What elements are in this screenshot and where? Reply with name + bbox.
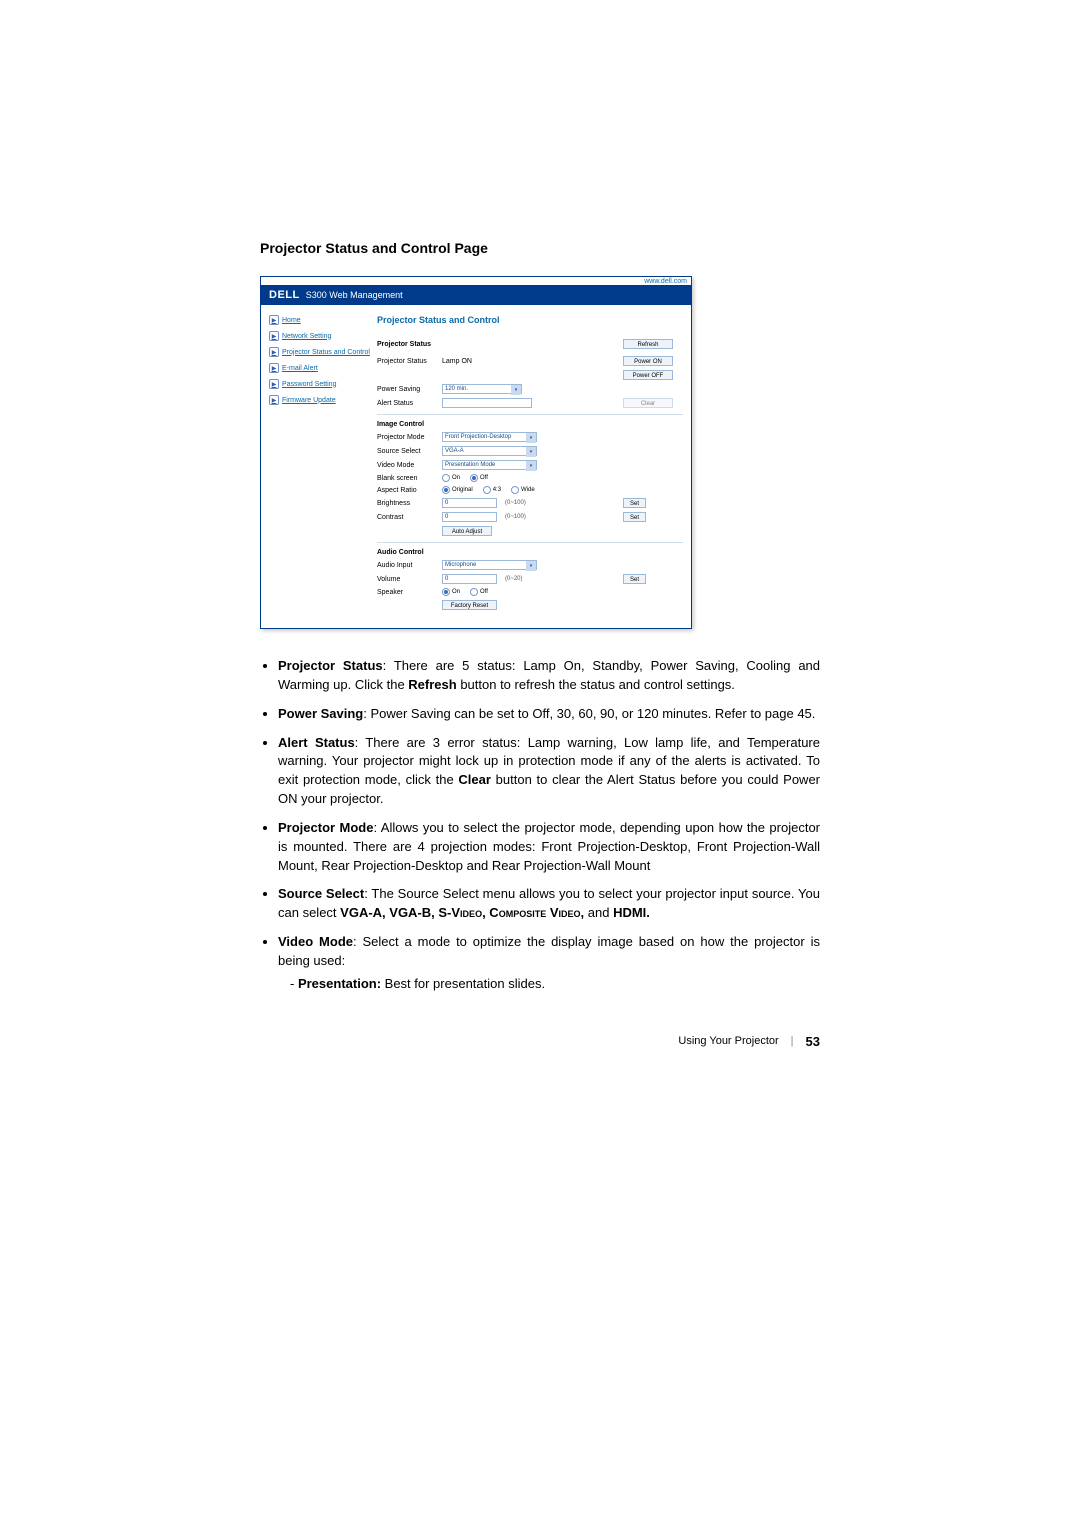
- alert-status-field: [442, 398, 532, 408]
- group-projector-status: Projector Status: [377, 341, 442, 348]
- chevron-right-icon: ▶: [269, 331, 279, 341]
- dell-url: www.dell.com: [261, 277, 691, 285]
- projector-mode-label: Projector Mode: [377, 434, 442, 441]
- chevron-right-icon: ▶: [269, 379, 279, 389]
- sidebar-item-email[interactable]: ▶E-mail Alert: [269, 363, 369, 373]
- web-management-screenshot: www.dell.com DELL S300 Web Management ▶H…: [260, 276, 692, 629]
- aspect-43-radio[interactable]: 4:3: [483, 486, 501, 494]
- bullet-projector-status: Projector Status: There are 5 status: La…: [278, 657, 820, 695]
- group-image-control: Image Control: [377, 421, 683, 428]
- sidebar-item-home[interactable]: ▶Home: [269, 315, 369, 325]
- group-audio-control: Audio Control: [377, 549, 683, 556]
- section-heading: Projector Status and Control Page: [260, 240, 820, 256]
- speaker-on-radio[interactable]: On: [442, 588, 460, 596]
- power-off-button[interactable]: Power OFF: [623, 370, 673, 380]
- aspect-ratio-label: Aspect Ratio: [377, 487, 442, 494]
- power-saving-label: Power Saving: [377, 386, 442, 393]
- chevron-right-icon: ▶: [269, 363, 279, 373]
- contrast-input[interactable]: 0: [442, 512, 497, 522]
- footer-section: Using Your Projector: [678, 1035, 778, 1047]
- factory-reset-button[interactable]: Factory Reset: [442, 600, 497, 610]
- aspect-wide-radio[interactable]: Wide: [511, 486, 535, 494]
- sidebar: ▶Home ▶Network Setting ▶Projector Status…: [269, 315, 377, 614]
- audio-input-label: Audio Input: [377, 562, 442, 569]
- projector-status-label: Projector Status: [377, 358, 442, 365]
- speaker-off-radio[interactable]: Off: [470, 588, 488, 596]
- volume-set-button[interactable]: Set: [623, 574, 646, 584]
- auto-adjust-button[interactable]: Auto Adjust: [442, 526, 492, 536]
- contrast-label: Contrast: [377, 514, 442, 521]
- video-mode-label: Video Mode: [377, 462, 442, 469]
- aspect-original-radio[interactable]: Original: [442, 486, 473, 494]
- chevron-right-icon: ▶: [269, 347, 279, 357]
- volume-range: (0~20): [505, 576, 523, 582]
- audio-input-select[interactable]: Microphone▾: [442, 560, 537, 570]
- bullet-alert-status: Alert Status: There are 3 error status: …: [278, 734, 820, 809]
- bullet-source-select: Source Select: The Source Select menu al…: [278, 885, 820, 923]
- contrast-range: (0~100): [505, 514, 526, 520]
- bullet-power-saving: Power Saving: Power Saving can be set to…: [278, 705, 820, 724]
- source-select-select[interactable]: VGA-A▾: [442, 446, 537, 456]
- video-mode-select[interactable]: Presentation Mode▾: [442, 460, 537, 470]
- footer-divider: |: [791, 1035, 794, 1047]
- sidebar-item-password[interactable]: ▶Password Setting: [269, 379, 369, 389]
- brightness-input[interactable]: 0: [442, 498, 497, 508]
- sidebar-item-status[interactable]: ▶Projector Status and Control: [269, 347, 369, 357]
- video-mode-sub-presentation: - Presentation: Best for presentation sl…: [278, 975, 820, 994]
- chevron-down-icon: ▾: [526, 461, 536, 471]
- brightness-label: Brightness: [377, 500, 442, 507]
- bullet-video-mode: Video Mode: Select a mode to optimize th…: [278, 933, 820, 994]
- chevron-down-icon: ▾: [526, 433, 536, 443]
- sidebar-item-network[interactable]: ▶Network Setting: [269, 331, 369, 341]
- power-on-button[interactable]: Power ON: [623, 356, 673, 366]
- description-list: Projector Status: There are 5 status: La…: [260, 657, 820, 994]
- blank-screen-label: Blank screen: [377, 475, 442, 482]
- banner: DELL S300 Web Management: [261, 285, 691, 305]
- bullet-projector-mode: Projector Mode: Allows you to select the…: [278, 819, 820, 876]
- main-panel: Projector Status and Control Projector S…: [377, 315, 683, 614]
- blank-on-radio[interactable]: On: [442, 474, 460, 482]
- brightness-range: (0~100): [505, 500, 526, 506]
- panel-title: Projector Status and Control: [377, 315, 683, 325]
- dell-logo: DELL: [269, 289, 300, 301]
- clear-button[interactable]: Clear: [623, 398, 673, 408]
- chevron-right-icon: ▶: [269, 315, 279, 325]
- speaker-label: Speaker: [377, 589, 442, 596]
- projector-mode-select[interactable]: Front Projection-Desktop▾: [442, 432, 537, 442]
- page-number: 53: [806, 1034, 820, 1049]
- chevron-right-icon: ▶: [269, 395, 279, 405]
- alert-status-label: Alert Status: [377, 400, 442, 407]
- contrast-set-button[interactable]: Set: [623, 512, 646, 522]
- power-saving-select[interactable]: 120 min.▾: [442, 384, 522, 394]
- blank-off-radio[interactable]: Off: [470, 474, 488, 482]
- refresh-button[interactable]: Refresh: [623, 339, 673, 349]
- page-footer: Using Your Projector | 53: [260, 1034, 820, 1049]
- source-select-label: Source Select: [377, 448, 442, 455]
- product-name: S300 Web Management: [306, 290, 403, 300]
- chevron-down-icon: ▾: [511, 385, 521, 395]
- volume-label: Volume: [377, 576, 442, 583]
- projector-status-value: Lamp ON: [442, 358, 472, 365]
- sidebar-item-firmware[interactable]: ▶Firmware Update: [269, 395, 369, 405]
- chevron-down-icon: ▾: [526, 447, 536, 457]
- brightness-set-button[interactable]: Set: [623, 498, 646, 508]
- chevron-down-icon: ▾: [526, 561, 536, 571]
- volume-input[interactable]: 0: [442, 574, 497, 584]
